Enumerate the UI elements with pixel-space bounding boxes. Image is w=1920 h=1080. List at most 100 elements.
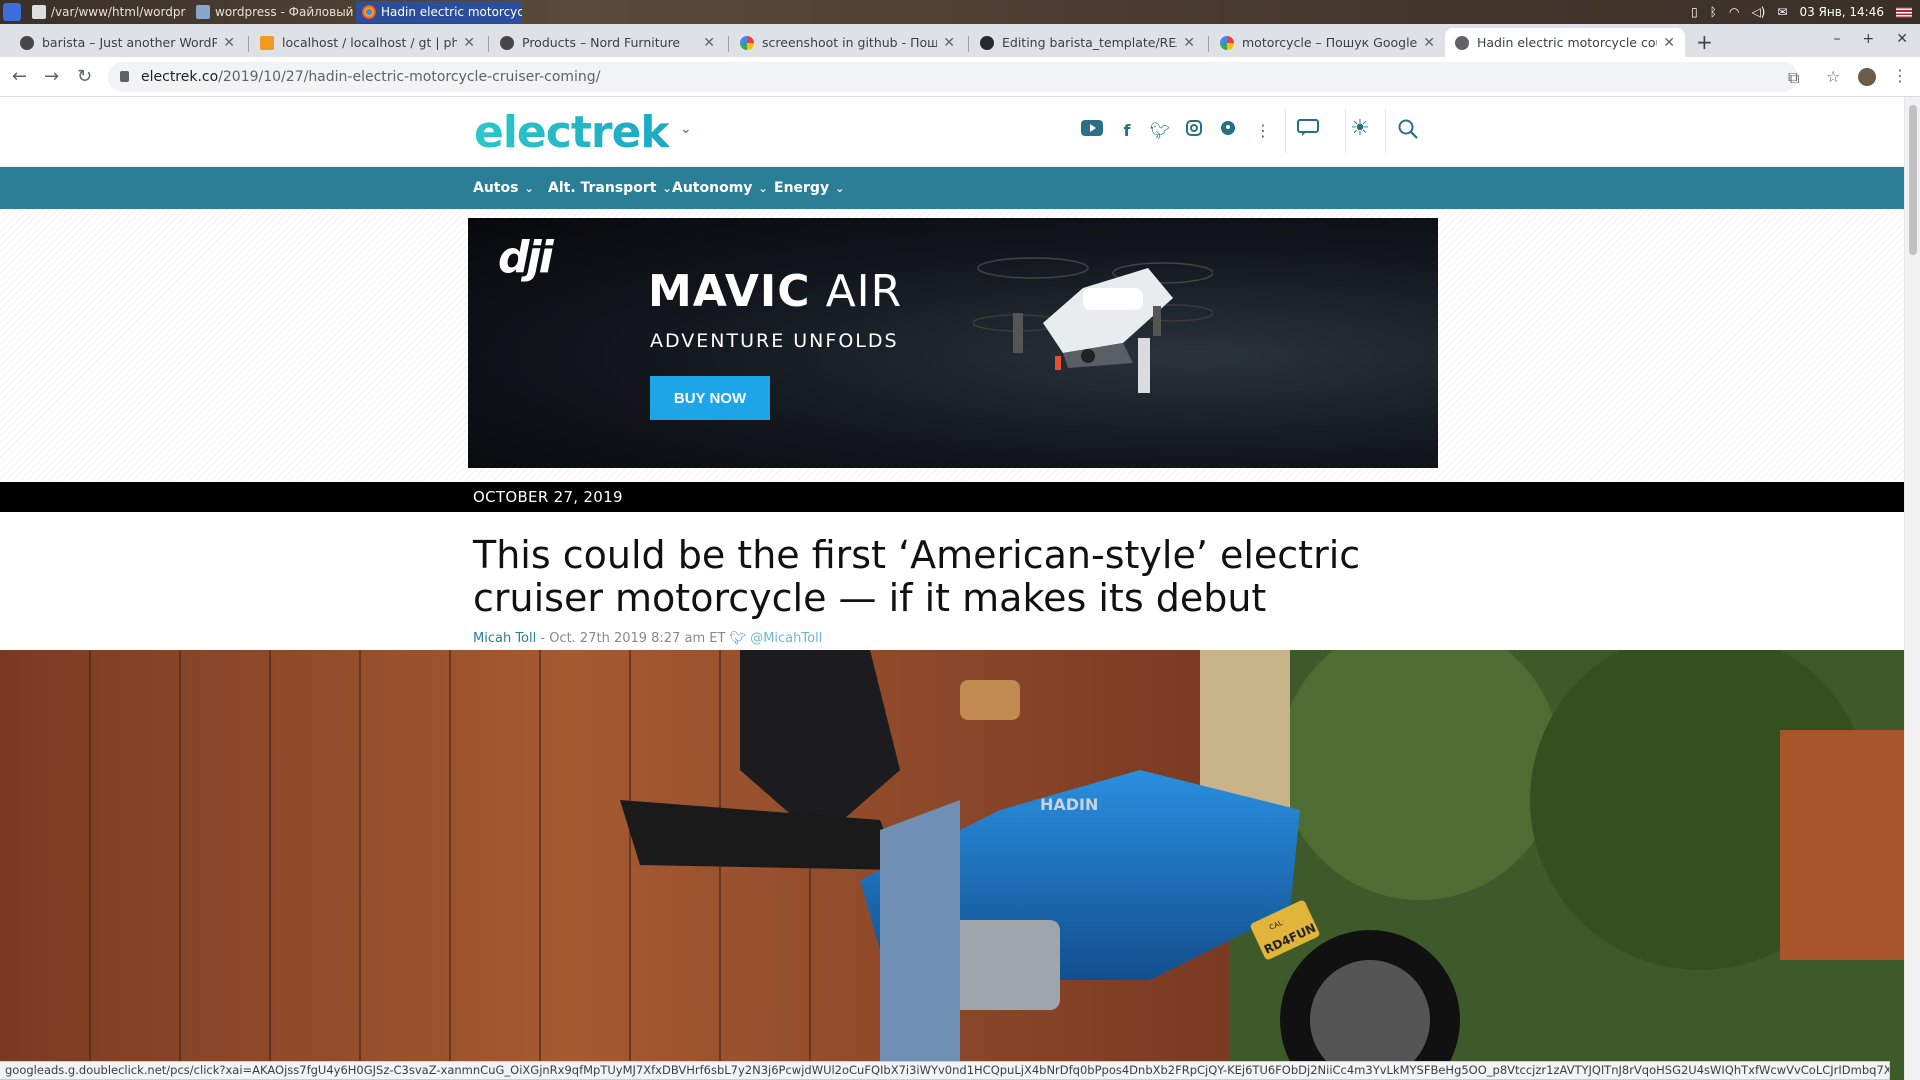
lock-icon[interactable] [120, 71, 129, 82]
theme-toggle-icon[interactable]: ☀ [1348, 117, 1372, 141]
more-vertical-icon[interactable]: ⋮ [1251, 119, 1275, 143]
close-icon[interactable]: ✕ [1423, 35, 1435, 51]
nav-autos[interactable]: Autos ⌄ [473, 167, 534, 209]
chevron-down-icon[interactable]: ⌄ [680, 121, 692, 137]
dji-banner-ad[interactable]: dji MAVIC AIR ADVENTURE UNFOLDS BUY NOW [468, 218, 1438, 468]
nav-alt-transport[interactable]: Alt. Transport ⌄ [548, 167, 672, 209]
taskbar-item-file-manager[interactable]: wordpress - Файловый мен... [190, 1, 356, 23]
electrek-favicon-icon [1455, 35, 1469, 50]
drone-image [973, 257, 1213, 393]
nav-autonomy[interactable]: Autonomy ⌄ [672, 167, 768, 209]
taskbar-item-label: wordpress - Файловый мен... [215, 5, 356, 19]
link-status-bar: googleads.g.doubleclick.net/pcs/click?xa… [0, 1061, 1890, 1080]
chevron-down-icon: ⌄ [758, 182, 768, 195]
bluetooth-icon[interactable]: ᛒ [1710, 5, 1717, 19]
article-hero-image: HADIN RD4FUN CAL [0, 650, 1904, 1080]
close-window-icon[interactable]: ✕ [1896, 31, 1908, 47]
facebook-icon[interactable]: f [1115, 119, 1139, 143]
twitter-handle-link[interactable]: @MicahToll [750, 631, 822, 646]
youtube-icon[interactable] [1080, 119, 1104, 143]
tab-barista[interactable]: barista – Just another WordPre ✕ [10, 28, 245, 57]
url-bar[interactable]: electrek.co/2019/10/27/hadin-electric-mo… [108, 62, 1840, 93]
site-header: electrek ⌄ f 🐦︎ ⋮ ☀ [0, 97, 1904, 167]
start-menu-icon[interactable] [3, 3, 21, 21]
maximize-icon[interactable]: + [1863, 31, 1875, 47]
scrollbar-thumb[interactable] [1909, 105, 1917, 255]
wifi-icon[interactable]: ◠ [1729, 5, 1739, 19]
back-icon[interactable]: ← [12, 66, 27, 87]
wordpress-icon [20, 35, 34, 50]
search-icon[interactable] [1396, 119, 1420, 143]
twitter-icon[interactable]: 🐦︎ [1148, 119, 1172, 143]
menu-kebab-icon[interactable]: ⋮ [1892, 66, 1908, 85]
folder-icon [196, 5, 210, 19]
close-icon[interactable]: ✕ [223, 35, 235, 51]
browser-tab-strip: barista – Just another WordPre ✕ localho… [0, 24, 1920, 57]
reload-icon[interactable]: ↻ [77, 66, 92, 87]
tab-google-motorcycle[interactable]: motorcycle – Пошук Google ✕ [1210, 28, 1445, 57]
author-link[interactable]: Micah Toll [473, 631, 536, 646]
forward-icon[interactable]: → [44, 66, 59, 87]
close-icon[interactable]: ✕ [463, 35, 475, 51]
address-toolbar: ← → ↻ electrek.co/2019/10/27/hadin-elect… [0, 57, 1920, 97]
nav-energy[interactable]: Energy ⌄ [774, 167, 844, 209]
close-icon[interactable]: ✕ [943, 35, 955, 51]
clock[interactable]: 03 Янв, 14:46 [1799, 5, 1884, 19]
podcast-icon[interactable] [1216, 119, 1240, 143]
tab-title: Products – Nord Furniture [522, 35, 681, 50]
tab-phpmyadmin[interactable]: localhost / localhost / gt | phpM ✕ [250, 28, 485, 57]
ad-tagline: ADVENTURE UNFOLDS [650, 330, 899, 352]
taskbar-item-terminal[interactable]: /var/www/html/wordpress/w... [26, 1, 186, 23]
translate-icon[interactable]: ⧉ [1788, 63, 1799, 93]
chevron-down-icon: ⌄ [835, 182, 845, 195]
google-icon [740, 35, 754, 50]
taskbar-item-browser[interactable]: Hadin electric motorcycle co... [356, 1, 522, 23]
profile-avatar[interactable] [1858, 68, 1876, 86]
bookmark-star-icon[interactable]: ☆ [1826, 62, 1840, 92]
tab-electrek-active[interactable]: Hadin electric motorcycle could ✕ [1445, 28, 1685, 57]
chevron-down-icon: ⌄ [662, 182, 672, 195]
mail-icon[interactable]: ✉ [1777, 5, 1787, 19]
url-host: electrek.co [141, 69, 219, 85]
flag-us-icon[interactable] [1896, 6, 1912, 18]
article-title: This could be the first ‘American-style’… [473, 533, 1361, 620]
volume-icon[interactable]: ◁) [1751, 5, 1765, 19]
nav-label: Autonomy [672, 180, 753, 196]
tab-title: Editing barista_template/READ [1002, 35, 1178, 50]
minimize-icon[interactable]: – [1834, 31, 1841, 47]
taskbar-item-label: Hadin electric motorcycle co... [381, 5, 522, 19]
buy-now-button[interactable]: BUY NOW [650, 376, 770, 420]
ad-zone: dji MAVIC AIR ADVENTURE UNFOLDS BUY NOW [0, 209, 1904, 481]
system-tray: ▯ ᛒ ◠ ◁) ✉ 03 Янв, 14:46 [1691, 0, 1912, 24]
close-icon[interactable]: ✕ [703, 35, 715, 51]
tab-nord-furniture[interactable]: Products – Nord Furniture ✕ [490, 28, 725, 57]
chrome-icon [362, 5, 376, 19]
new-tab-button[interactable]: + [1696, 30, 1713, 54]
tab-title: barista – Just another WordPre [42, 35, 218, 50]
page-viewport: electrek ⌄ f 🐦︎ ⋮ ☀ Autos ⌄ Alt. Transpor… [0, 97, 1904, 1080]
article-byline: Micah Toll - Oct. 27th 2019 8:27 am ET 🐦… [473, 631, 822, 646]
instagram-icon[interactable] [1182, 119, 1206, 143]
category-navbar: Autos ⌄ Alt. Transport ⌄ Autonomy ⌄ Energy ⌄ [0, 167, 1904, 209]
close-icon[interactable]: ✕ [1183, 35, 1195, 51]
comments-icon[interactable] [1296, 119, 1320, 143]
taskbar-item-label: /var/www/html/wordpress/w... [51, 5, 186, 19]
twitter-icon[interactable]: 🐦︎ [730, 631, 747, 646]
page-scrollbar[interactable] [1904, 97, 1920, 1080]
tab-google-screenshot[interactable]: screenshoot in github - Пошук ✕ [730, 28, 965, 57]
chevron-down-icon: ⌄ [524, 182, 534, 195]
phpmyadmin-icon [260, 35, 274, 50]
os-taskbar: /var/www/html/wordpress/w... wordpress -… [0, 0, 1920, 24]
tab-title: screenshoot in github - Пошук [762, 35, 938, 50]
text-editor-icon [32, 5, 46, 19]
tab-github-editing[interactable]: Editing barista_template/READ ✕ [970, 28, 1205, 57]
nav-label: Energy [774, 180, 830, 196]
dji-logo: dji [498, 232, 554, 283]
tab-title: Hadin electric motorcycle could [1477, 35, 1658, 50]
url-path: /2019/10/27/hadin-electric-motorcycle-cr… [218, 69, 601, 85]
article-date-bar: OCTOBER 27, 2019 [0, 482, 1904, 512]
site-logo[interactable]: electrek [474, 107, 670, 158]
close-icon[interactable]: ✕ [1663, 35, 1675, 51]
google-icon [1220, 35, 1234, 50]
battery-icon[interactable]: ▯ [1691, 5, 1698, 19]
